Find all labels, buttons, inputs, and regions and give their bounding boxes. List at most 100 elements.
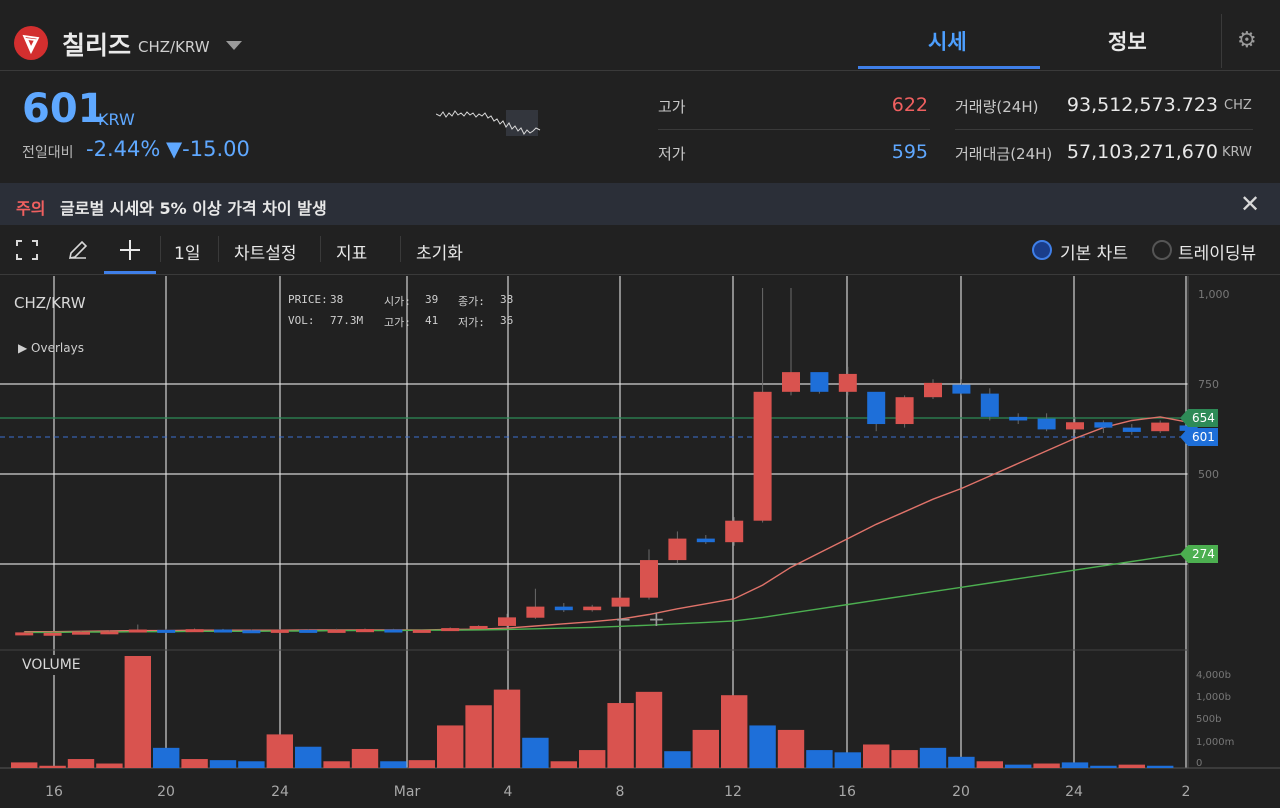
divider: [400, 236, 401, 262]
volume-bar: [266, 734, 293, 768]
volume-bar: [1118, 764, 1145, 768]
volume-tick-label: 1,000m: [1196, 737, 1234, 748]
volume-tick-label: 0: [1196, 758, 1202, 769]
coin-select-caret-icon[interactable]: [226, 41, 242, 50]
warning-text: 글로벌 시세와 5% 이상 가격 차이 발생: [60, 199, 327, 218]
tab-info[interactable]: 정보: [1108, 26, 1147, 56]
close-icon[interactable]: ✕: [1240, 190, 1260, 218]
divider: [160, 236, 161, 262]
candle-up: [185, 629, 204, 633]
zoom-out-icon: −: [615, 607, 632, 631]
volume-bar: [1090, 765, 1117, 768]
chart-title: CHZ/KRW: [14, 294, 86, 312]
tradingview-radio[interactable]: [1152, 240, 1172, 260]
ma-short-line: [24, 416, 1189, 633]
volume-bar: [749, 725, 776, 768]
fullscreen-icon[interactable]: [16, 240, 38, 264]
candle-up: [668, 538, 687, 561]
candle-up: [753, 391, 772, 521]
volume-bar: [323, 761, 350, 768]
volume-bar: [664, 751, 691, 768]
volume-bar: [777, 729, 805, 768]
basic-chart-label[interactable]: 기본 차트: [1060, 239, 1128, 264]
info-price: 38: [330, 293, 344, 306]
volume-title: VOLUME: [16, 655, 87, 675]
volume-value: 93,512,573.723: [1066, 94, 1218, 116]
candle-down: [867, 391, 886, 425]
active-tool-indicator: [104, 271, 156, 274]
overlays-toggle[interactable]: ▶ Overlays: [18, 341, 84, 355]
info-vol-label: VOL:: [288, 314, 315, 327]
volume-bar: [11, 762, 38, 768]
sparkline-chart: [436, 110, 541, 136]
volume-bar: [579, 750, 606, 768]
x-tick-label: 20: [157, 784, 175, 800]
volume-bar: [1147, 765, 1174, 768]
candle-down: [980, 393, 999, 417]
chart-settings-button[interactable]: 차트설정: [234, 239, 297, 264]
volume-bar: [465, 705, 492, 768]
volume-bar: [1061, 762, 1089, 768]
high-label: 고가: [658, 98, 686, 116]
candle-up: [1066, 422, 1084, 430]
crosshair-icon[interactable]: [118, 238, 142, 266]
x-tick-label: Mar: [394, 784, 421, 800]
info-close-label: 종가:: [458, 295, 485, 308]
basic-chart-radio[interactable]: [1032, 240, 1052, 260]
candle-up: [498, 617, 516, 626]
info-price-label: PRICE:: [288, 293, 328, 306]
y-tick-label: 1,000: [1198, 288, 1230, 301]
price-tag-label: 601: [1192, 430, 1215, 444]
volume-bar: [607, 703, 634, 768]
volume-bar: [948, 756, 975, 768]
gear-icon[interactable]: ⚙: [1237, 28, 1257, 53]
volume-bar: [238, 761, 265, 768]
interval-select[interactable]: 1일: [174, 239, 200, 264]
y-tick-label: 500: [1198, 468, 1219, 481]
candle-up: [412, 629, 431, 633]
overlays-label: Overlays: [31, 341, 84, 355]
volume-bar: [834, 752, 861, 768]
volume-bar: [976, 761, 1003, 768]
volume-bar: [181, 759, 208, 768]
volume-bar: [550, 761, 577, 768]
volume-unit: CHZ: [1224, 98, 1252, 113]
candle-down: [384, 629, 403, 633]
ma-short-tag: 654: [1180, 409, 1218, 427]
volume-bar: [721, 695, 748, 768]
active-tab-indicator: [858, 66, 1040, 69]
volume-bar: [891, 750, 918, 768]
pencil-icon[interactable]: [66, 238, 90, 266]
volume-bar: [692, 729, 719, 768]
divider: [218, 236, 219, 262]
tab-quote[interactable]: 시세: [928, 26, 967, 56]
info-low: 36: [500, 314, 514, 327]
change-label: 전일대비: [22, 145, 74, 161]
candle-down: [952, 384, 971, 394]
candle-up: [72, 631, 90, 635]
candle-up: [15, 632, 34, 636]
reset-button[interactable]: 초기화: [416, 239, 463, 264]
volume-bar: [67, 759, 95, 768]
candle-up: [924, 382, 942, 398]
candle-down: [1094, 422, 1113, 428]
price-chart[interactable]: 16 20 24 Mar 4 8 12 16 20 24 2 1,000 750 500 4,000b 1,0…: [0, 276, 1280, 808]
candle-up: [583, 606, 602, 611]
tradingview-label[interactable]: 트레이딩뷰: [1178, 239, 1256, 264]
candle-down: [299, 629, 318, 633]
info-open-label: 시가:: [384, 295, 411, 308]
candle-up: [640, 560, 658, 598]
x-tick-label: 16: [838, 784, 856, 800]
volume-bar: [124, 656, 151, 768]
info-close: 38: [500, 293, 514, 306]
volume-bar: [295, 746, 322, 768]
price-unit: KRW: [98, 110, 135, 129]
high-price: 622: [891, 94, 928, 116]
volume-label: 거래량(24H): [955, 98, 1039, 116]
amount-unit: KRW: [1222, 145, 1252, 160]
zoom-in-icon: +: [648, 607, 665, 631]
indicators-button[interactable]: 지표: [336, 239, 367, 264]
current-price-tag: 601: [1180, 428, 1218, 446]
ma-long-tag: 274: [1180, 545, 1218, 563]
candle-up: [838, 373, 857, 392]
